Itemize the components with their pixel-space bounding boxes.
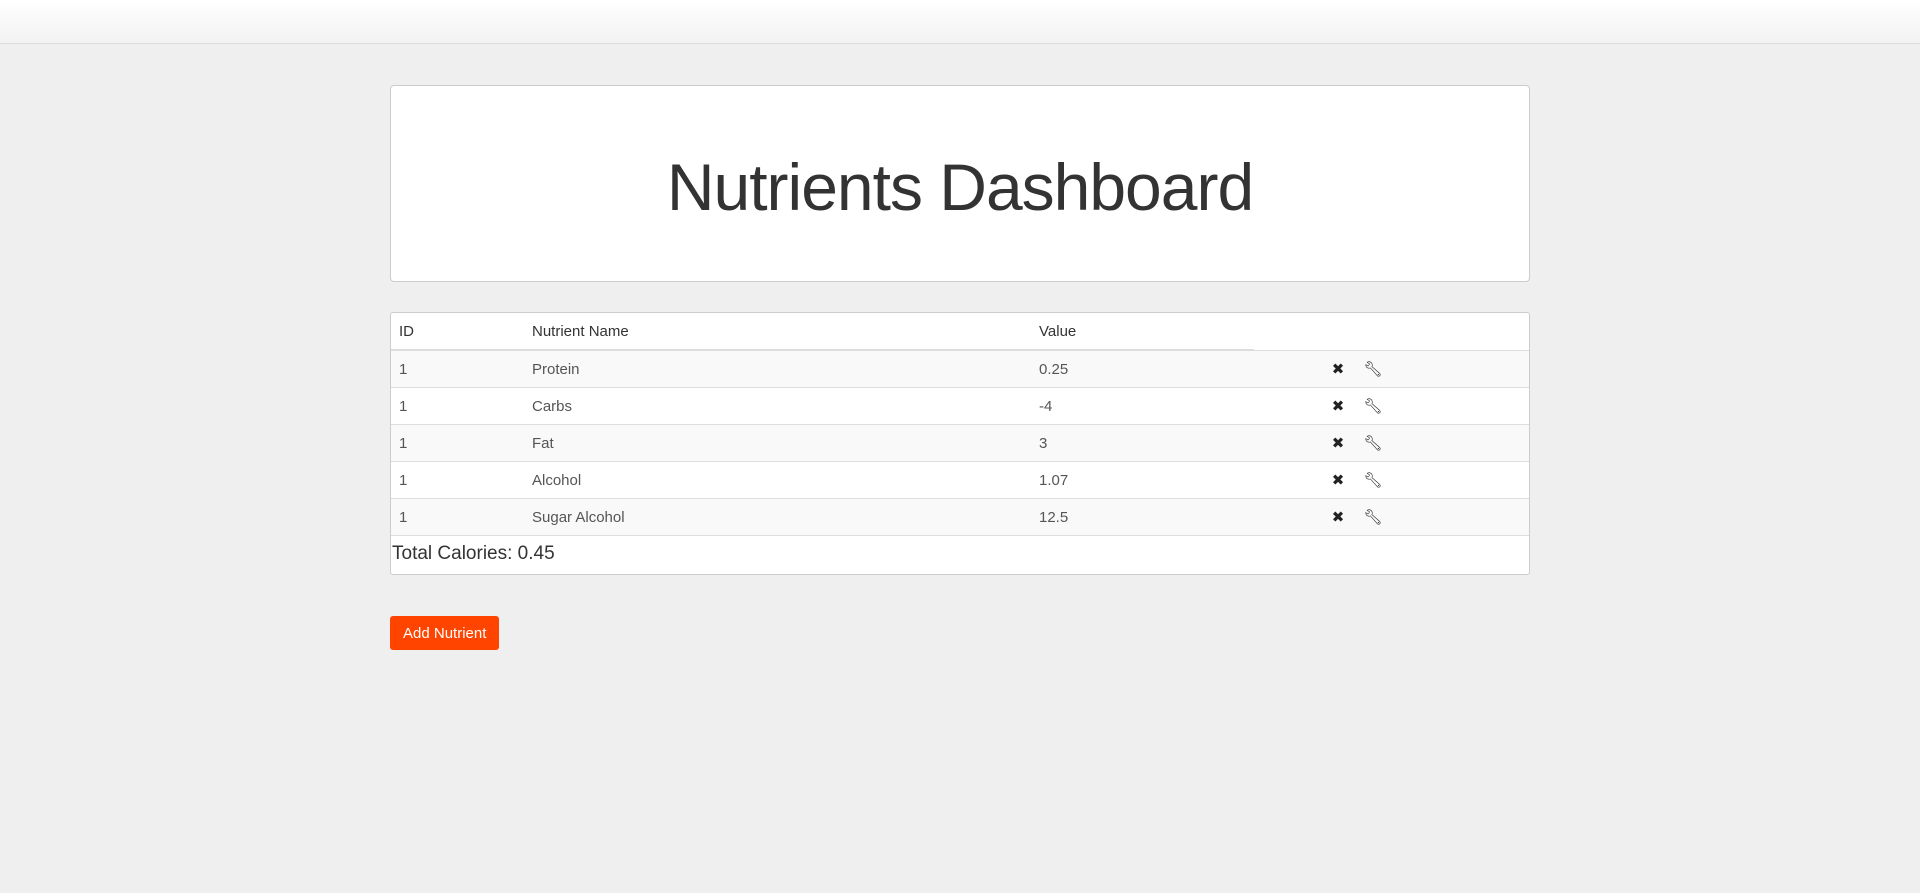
total-calories: Total Calories: 0.45 (391, 535, 1529, 574)
column-header-actions (1254, 313, 1529, 350)
cell-id: 1 (391, 461, 524, 499)
wrench-icon[interactable]: 🔧︎ (1360, 434, 1386, 452)
table-row: 1 Alcohol 1.07 ✖ 🔧︎ (391, 461, 1529, 499)
nutrients-table: ID Nutrient Name Value 1 Protein 0.25 ✖ 🔧… (391, 313, 1529, 535)
cell-id: 1 (391, 498, 524, 535)
column-header-value: Value (1031, 313, 1254, 351)
wrench-icon[interactable]: 🔧︎ (1360, 397, 1386, 415)
nutrients-panel: ID Nutrient Name Value 1 Protein 0.25 ✖ 🔧… (390, 312, 1530, 575)
column-header-id: ID (391, 313, 524, 351)
page-title: Nutrients Dashboard (666, 149, 1254, 224)
cell-actions: ✖ 🔧︎ (1254, 349, 1529, 388)
delete-icon[interactable]: ✖ (1325, 360, 1351, 378)
cell-actions: ✖ 🔧︎ (1254, 498, 1529, 535)
main-container: Nutrients Dashboard ID Nutrient Name Val… (390, 85, 1530, 575)
delete-icon[interactable]: ✖ (1325, 508, 1351, 526)
wrench-icon[interactable]: 🔧︎ (1360, 360, 1386, 378)
cell-name: Sugar Alcohol (524, 498, 1031, 535)
cell-value: -4 (1031, 387, 1254, 425)
cell-actions: ✖ 🔧︎ (1254, 387, 1529, 425)
column-header-name: Nutrient Name (524, 313, 1031, 351)
wrench-icon[interactable]: 🔧︎ (1360, 508, 1386, 526)
cell-actions: ✖ 🔧︎ (1254, 424, 1529, 462)
wrench-icon[interactable]: 🔧︎ (1360, 471, 1386, 489)
cell-value: 0.25 (1031, 349, 1254, 388)
table-row: 1 Fat 3 ✖ 🔧︎ (391, 424, 1529, 462)
cell-actions: ✖ 🔧︎ (1254, 461, 1529, 499)
cell-value: 3 (1031, 424, 1254, 462)
title-jumbotron: Nutrients Dashboard (390, 85, 1530, 282)
delete-icon[interactable]: ✖ (1325, 471, 1351, 489)
cell-name: Carbs (524, 387, 1031, 425)
cell-id: 1 (391, 387, 524, 425)
table-row: 1 Carbs -4 ✖ 🔧︎ (391, 387, 1529, 425)
cell-name: Alcohol (524, 461, 1031, 499)
cell-value: 12.5 (1031, 498, 1254, 535)
cell-value: 1.07 (1031, 461, 1254, 499)
delete-icon[interactable]: ✖ (1325, 434, 1351, 452)
delete-icon[interactable]: ✖ (1325, 397, 1351, 415)
cell-id: 1 (391, 349, 524, 388)
top-navbar (0, 0, 1920, 44)
cell-name: Fat (524, 424, 1031, 462)
table-row: 1 Protein 0.25 ✖ 🔧︎ (391, 349, 1529, 388)
table-header-row: ID Nutrient Name Value (391, 313, 1529, 351)
table-row: 1 Sugar Alcohol 12.5 ✖ 🔧︎ (391, 498, 1529, 535)
add-nutrient-button[interactable]: Add Nutrient (390, 616, 500, 650)
cell-id: 1 (391, 424, 524, 462)
cell-name: Protein (524, 349, 1031, 388)
